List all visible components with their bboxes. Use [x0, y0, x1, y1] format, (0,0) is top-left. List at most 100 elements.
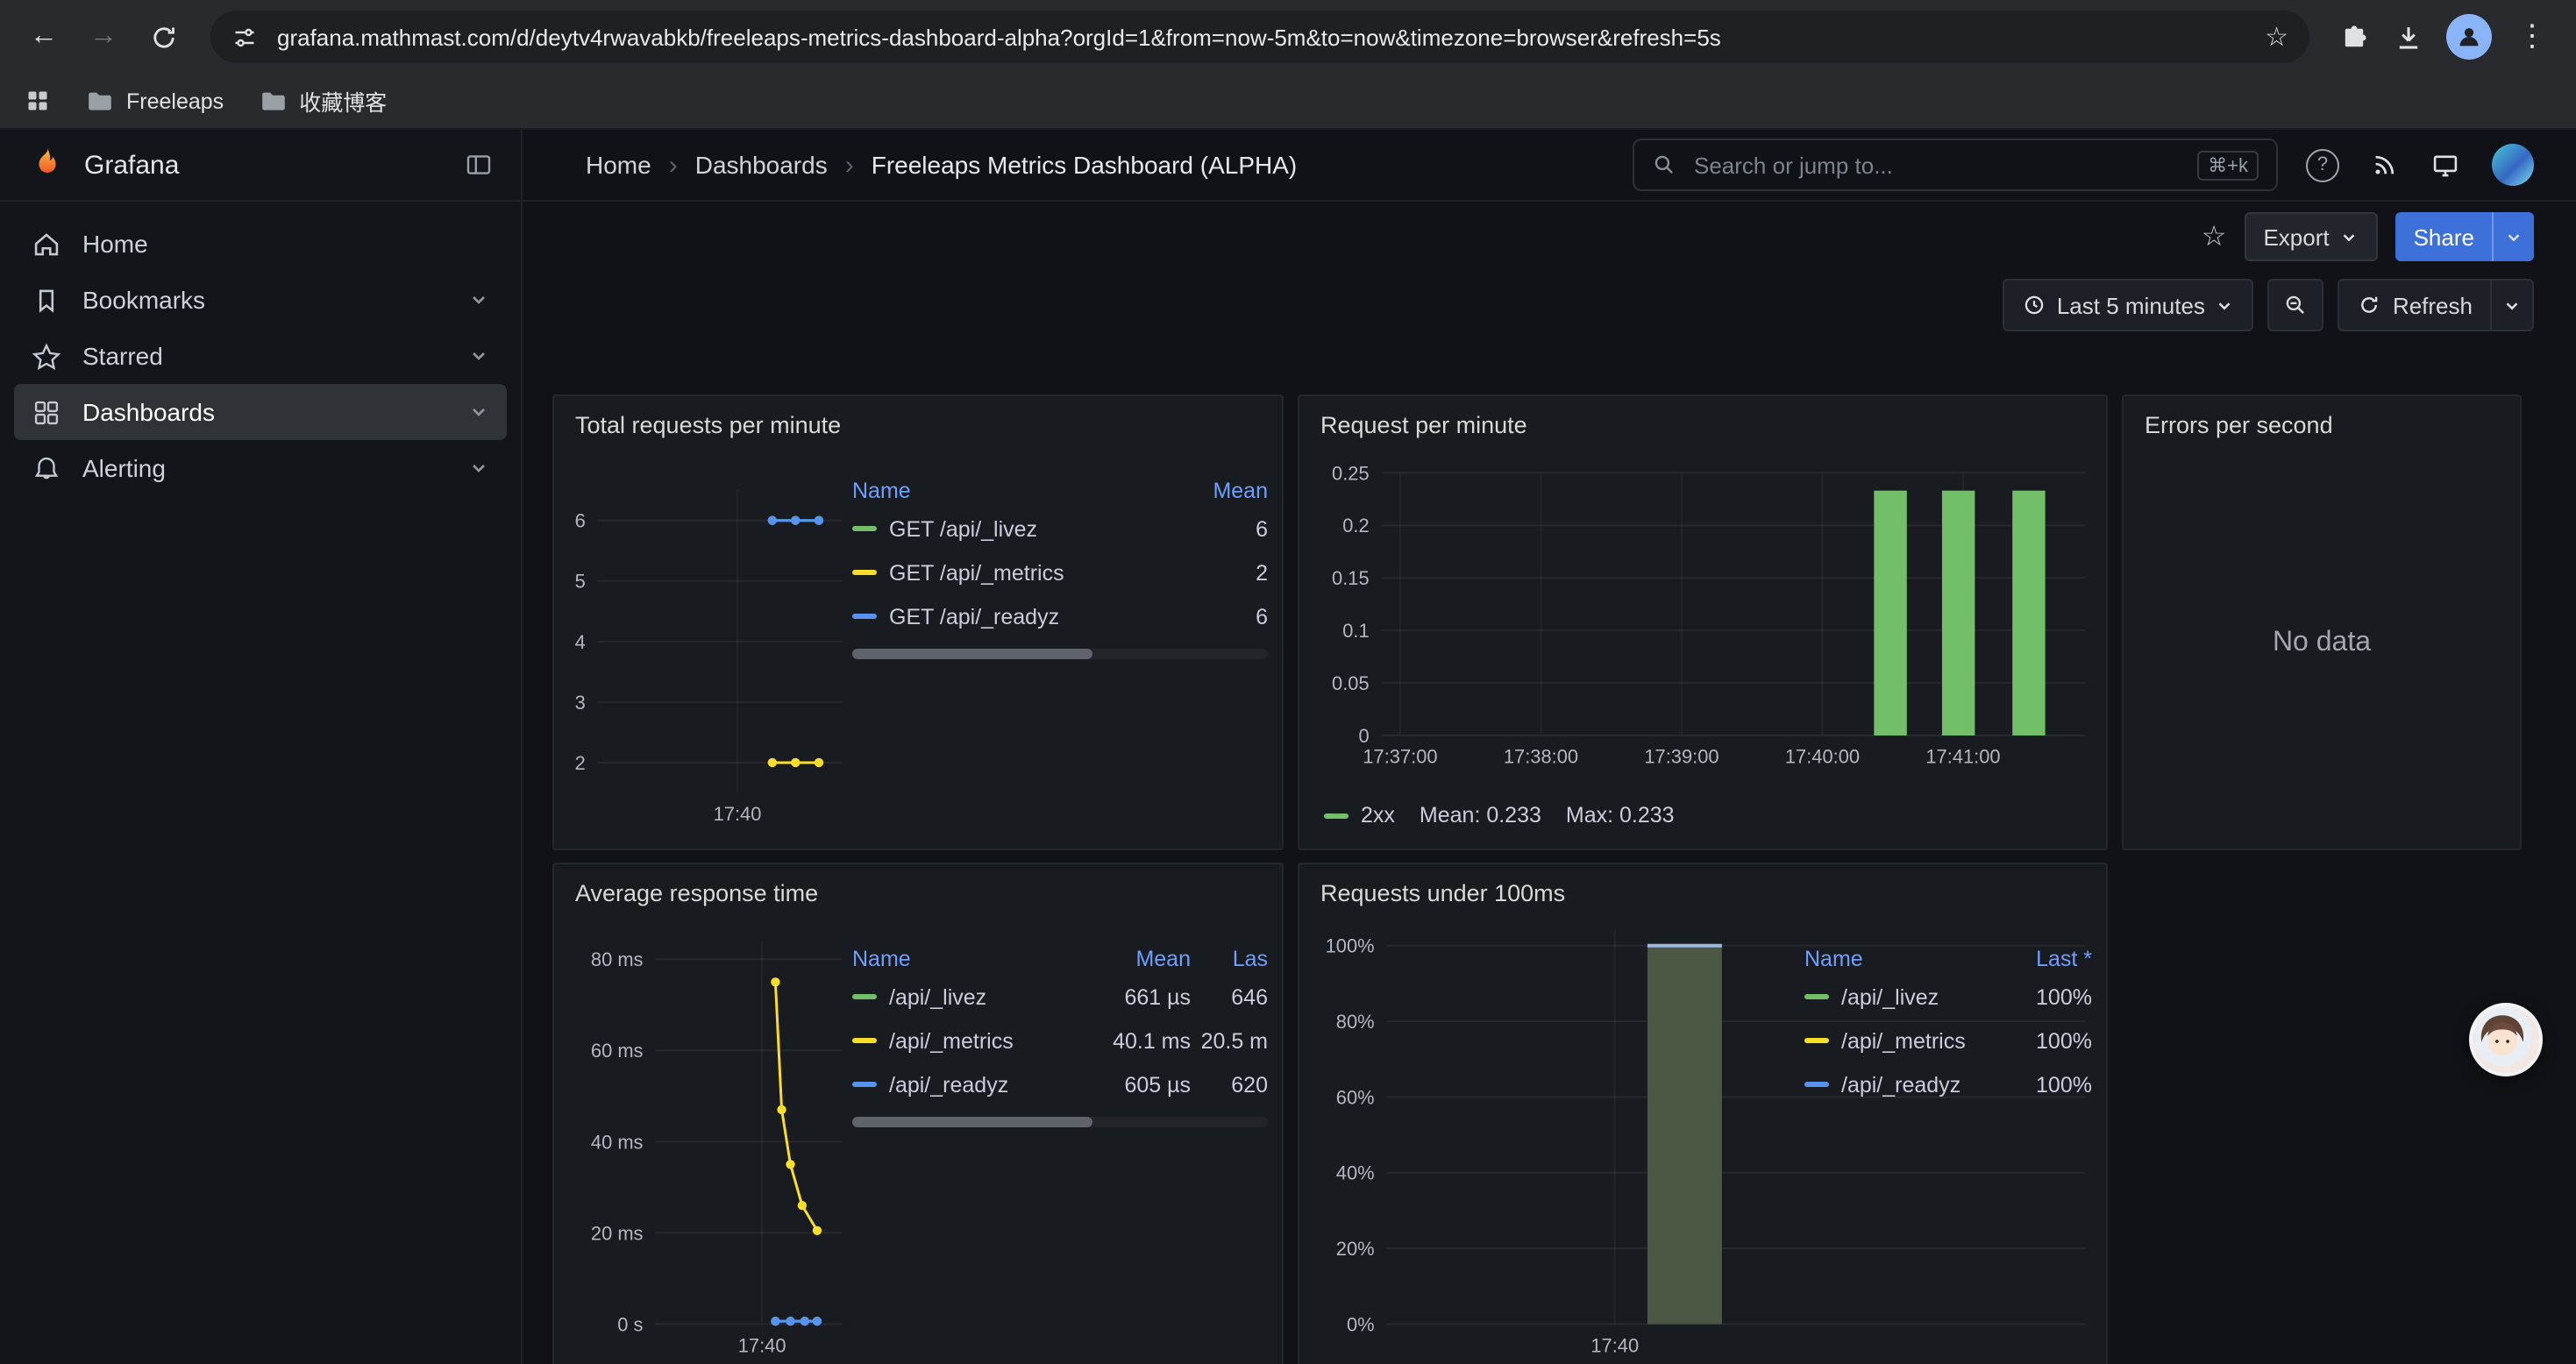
- legend-column-header[interactable]: Last *: [1990, 946, 2092, 970]
- panel-title[interactable]: Errors per second: [2124, 396, 2520, 438]
- breadcrumb-dashboards[interactable]: Dashboards: [695, 151, 828, 179]
- panel-title[interactable]: Request per minute: [1299, 396, 2106, 438]
- scrollbar-thumb[interactable]: [852, 1117, 1093, 1127]
- series-name[interactable]: /api/_readyz: [1841, 1072, 1960, 1097]
- share-button[interactable]: Share: [2396, 212, 2492, 261]
- bookmark-freeleaps[interactable]: Freeleaps: [86, 87, 224, 115]
- series-name[interactable]: /api/_livez: [1841, 984, 1939, 1009]
- svg-text:80 ms: 80 ms: [591, 948, 644, 970]
- monitor-icon[interactable]: [2430, 150, 2460, 180]
- legend-column-header[interactable]: Name: [852, 946, 1068, 970]
- apps-grid-icon[interactable]: [25, 88, 51, 114]
- svg-text:0%: 0%: [1347, 1313, 1375, 1335]
- svg-text:17:41:00: 17:41:00: [1925, 746, 2000, 768]
- time-toolbar: Last 5 minutes Refresh: [523, 261, 2576, 331]
- series-name[interactable]: /api/_metrics: [889, 1028, 1014, 1053]
- legend-row[interactable]: /api/_livez661 µs646: [852, 975, 1268, 1019]
- legend-row[interactable]: GET /api/_readyz 6: [852, 594, 1268, 638]
- address-bar[interactable]: ☆: [210, 11, 2309, 63]
- favorite-dashboard-icon[interactable]: ☆: [2202, 219, 2227, 254]
- legend-row[interactable]: /api/_livez100%: [1804, 975, 2092, 1019]
- bookmark-label: Freeleaps: [126, 89, 224, 113]
- svg-text:17:40: 17:40: [714, 803, 762, 825]
- export-button[interactable]: Export: [2244, 212, 2378, 261]
- series-name[interactable]: 2xx: [1361, 803, 1395, 828]
- refresh-button[interactable]: Refresh: [2338, 279, 2492, 331]
- series-name[interactable]: /api/_readyz: [889, 1072, 1008, 1097]
- sidebar-item-label: Bookmarks: [82, 286, 205, 314]
- legend-scrollbar[interactable]: [852, 649, 1268, 659]
- series-name[interactable]: GET /api/_readyz: [889, 604, 1059, 629]
- legend-column-header[interactable]: Mean: [1068, 946, 1191, 970]
- panel-total-requests: Total requests per minute 2345617:40 Nam…: [552, 394, 1284, 850]
- legend-column-header[interactable]: Las: [1191, 946, 1268, 970]
- sidebar-item-bookmarks[interactable]: Bookmarks: [14, 272, 507, 328]
- url-input[interactable]: [274, 22, 2249, 52]
- user-avatar[interactable]: [2492, 144, 2534, 186]
- svg-text:17:40: 17:40: [1590, 1334, 1639, 1356]
- bookmark-blog-folder[interactable]: 收藏博客: [259, 84, 387, 117]
- refresh-interval-caret[interactable]: [2490, 279, 2534, 331]
- series-name[interactable]: /api/_livez: [889, 984, 986, 1009]
- home-icon: [32, 229, 61, 259]
- bookmark-star-icon[interactable]: ☆: [2265, 21, 2288, 53]
- sidebar-item-alerting[interactable]: Alerting: [14, 440, 507, 496]
- time-range-picker[interactable]: Last 5 minutes: [2003, 279, 2254, 331]
- legend-column-header[interactable]: Name: [852, 478, 1170, 502]
- search-input[interactable]: ⌘+k: [1633, 139, 2278, 191]
- forward-icon[interactable]: →: [77, 11, 130, 63]
- zoom-out-icon[interactable]: [2268, 279, 2324, 331]
- legend-scrollbar[interactable]: [852, 1117, 1268, 1127]
- breadcrumb-separator: ›: [845, 150, 854, 180]
- chart-requests-under-100ms[interactable]: 0%20%40%60%80%100%17:40: [1299, 864, 2106, 1364]
- series-value: 6: [1170, 604, 1268, 629]
- sidebar-item-starred[interactable]: Starred: [14, 328, 507, 384]
- browser-profile-avatar[interactable]: [2446, 14, 2492, 60]
- legend-row[interactable]: GET /api/_livez6: [852, 507, 1268, 551]
- legend-row[interactable]: GET /api/_metrics2: [852, 551, 1268, 594]
- chevron-down-icon[interactable]: [468, 289, 489, 310]
- legend-column-header[interactable]: Name: [1804, 946, 1990, 970]
- legend-row[interactable]: /api/_metrics100%: [1804, 1019, 2092, 1062]
- panel-title[interactable]: Requests under 100ms: [1299, 864, 2106, 906]
- back-icon[interactable]: ←: [18, 11, 70, 63]
- site-info-icon[interactable]: [231, 24, 258, 50]
- scrollbar-thumb[interactable]: [852, 649, 1093, 659]
- share-menu-caret[interactable]: [2492, 212, 2534, 261]
- panel-title[interactable]: Average response time: [554, 864, 1282, 906]
- panel-title[interactable]: Total requests per minute: [554, 396, 1282, 438]
- legend-row[interactable]: /api/_readyz100%: [1804, 1062, 2092, 1106]
- search-field[interactable]: [1690, 150, 2183, 180]
- series-name[interactable]: /api/_metrics: [1841, 1028, 1966, 1053]
- svg-text:17:40: 17:40: [738, 1334, 786, 1356]
- sidebar-item-label: Starred: [82, 342, 163, 370]
- collapse-sidebar-icon[interactable]: [465, 151, 493, 179]
- chart-requests-per-minute[interactable]: 00.050.10.150.20.2517:37:0017:38:0017:39…: [1299, 396, 2106, 849]
- svg-text:0.25: 0.25: [1332, 462, 1370, 484]
- help-icon[interactable]: ?: [2306, 148, 2339, 181]
- reload-icon[interactable]: [137, 11, 189, 63]
- chevron-down-icon: [2502, 295, 2522, 315]
- series-name[interactable]: GET /api/_livez: [889, 516, 1037, 541]
- news-rss-icon[interactable]: [2371, 151, 2399, 179]
- breadcrumb: Home › Dashboards › Freeleaps Metrics Da…: [586, 150, 1297, 180]
- svg-text:17:39:00: 17:39:00: [1644, 746, 1719, 768]
- legend-row[interactable]: /api/_metrics40.1 ms20.5 m: [852, 1019, 1268, 1062]
- svg-text:3: 3: [575, 692, 586, 714]
- chevron-down-icon[interactable]: [468, 345, 489, 366]
- legend-2xx[interactable]: 2xx Mean: 0.233 Max: 0.233: [1324, 803, 1675, 828]
- legend-column-header[interactable]: Mean: [1170, 478, 1268, 502]
- downloads-icon[interactable]: [2394, 22, 2423, 52]
- legend-row[interactable]: /api/_readyz605 µs620: [852, 1062, 1268, 1106]
- extensions-icon[interactable]: [2339, 22, 2369, 52]
- grafana-logo[interactable]: [28, 146, 67, 184]
- series-name[interactable]: GET /api/_metrics: [889, 560, 1064, 585]
- sidebar-item-dashboards[interactable]: Dashboards: [14, 384, 507, 440]
- assistant-avatar[interactable]: [2469, 1003, 2543, 1076]
- breadcrumb-home[interactable]: Home: [586, 151, 651, 179]
- chart-average-response-time[interactable]: 0 s20 ms40 ms60 ms80 ms17:40: [554, 864, 1282, 1364]
- sidebar-item-home[interactable]: Home: [14, 216, 507, 272]
- chevron-down-icon[interactable]: [468, 401, 489, 423]
- browser-menu-icon[interactable]: ⋮: [2506, 11, 2558, 63]
- chevron-down-icon[interactable]: [468, 458, 489, 479]
